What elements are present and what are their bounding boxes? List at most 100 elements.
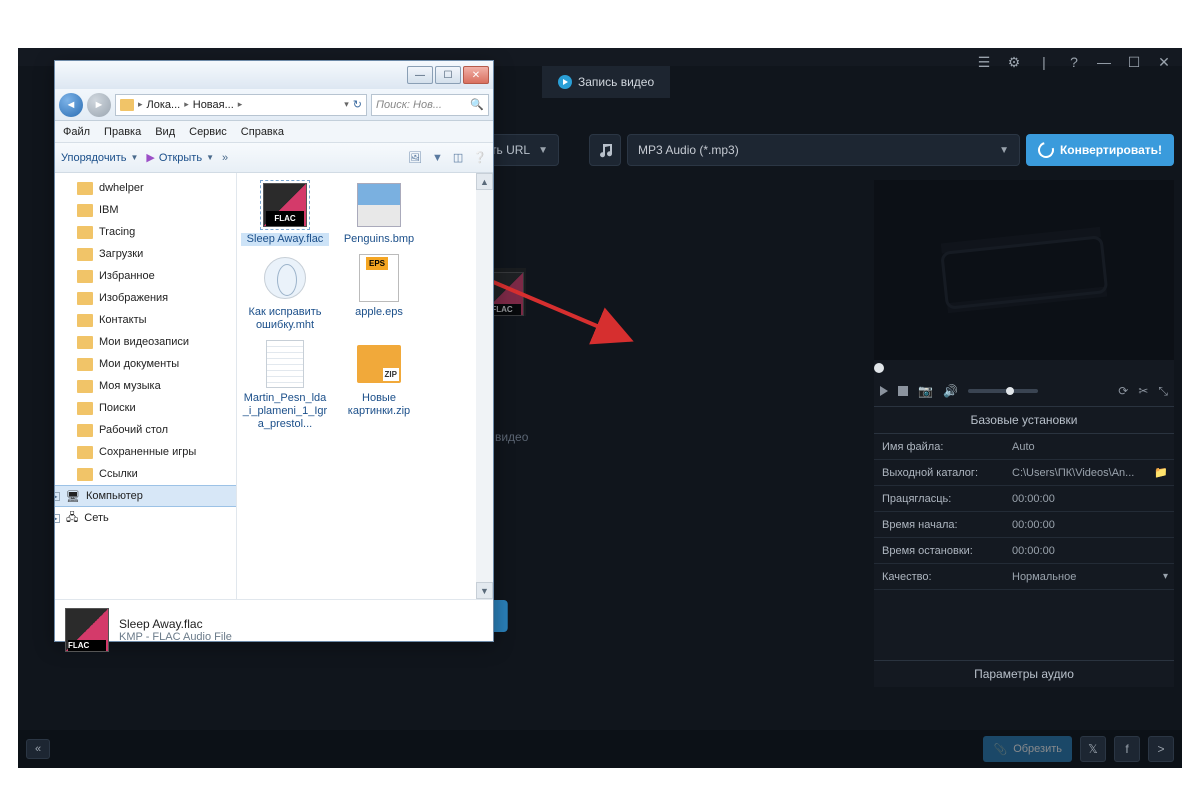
file-item[interactable]: Martin_Pesn_lda_i_plameni_1_Igra_prestol… [241,338,329,431]
expand-icon[interactable]: ⤡ [1158,384,1168,399]
sidebar-item[interactable]: Мои документы [55,353,236,375]
file-label: Новые картинки.zip [335,392,423,418]
sidebar-label: Сохраненные игры [99,446,196,458]
button-label: ть URL [491,143,530,157]
chevron-down-icon: ▾ [1163,571,1168,582]
more-button[interactable]: » [222,152,228,164]
close-icon[interactable]: ✕ [1154,52,1174,72]
help-icon[interactable]: ❔ [473,151,487,164]
minimize-button[interactable]: — [407,66,433,84]
stop-icon[interactable] [898,386,908,396]
sidebar-item[interactable]: dwhelper [55,177,236,199]
sidebar-item[interactable]: Мои видеозаписи [55,331,236,353]
sidebar-item[interactable]: Контакты [55,309,236,331]
format-label: MP3 Audio (*.mp3) [638,143,739,157]
sidebar-item-computer[interactable]: ▸🖥Компьютер [55,485,236,507]
cut-icon[interactable]: ✂ [1138,384,1148,398]
scroll-down-icon[interactable]: ▼ [476,582,493,599]
scroll-up-icon[interactable]: ▲ [476,173,493,190]
search-input[interactable]: Поиск: Нов... 🔍 [371,94,489,116]
chevron-down-icon: ▼ [538,145,548,156]
maximize-button[interactable]: ☐ [435,66,461,84]
sidebar-item[interactable]: Сохраненные игры [55,441,236,463]
nav-tree[interactable]: dwhelperIBMTracingЗагрузкиИзбранноеИзобр… [55,173,237,599]
output-format-select[interactable]: MP3 Audio (*.mp3) ▼ [627,134,1020,166]
forward-button[interactable]: ► [87,93,111,117]
refresh-icon[interactable]: ↻ [353,98,362,111]
audio-params-title[interactable]: Параметры аудио [874,660,1174,687]
file-item[interactable]: Новые картинки.zip [335,338,423,431]
details-pane: Sleep Away.flac KMP - FLAC Audio File [55,599,493,659]
facebook-icon[interactable]: f [1114,736,1140,762]
sidebar-item[interactable]: Ссылки [55,463,236,485]
quality-value[interactable]: Нормальное▾ [1006,571,1174,583]
crumb[interactable]: Лока... [147,99,181,111]
sidebar-item[interactable]: IBM [55,199,236,221]
scrollbar[interactable]: ▲ ▼ [476,173,493,599]
volume-slider[interactable] [968,389,1038,393]
filename-value[interactable]: Auto [1006,441,1174,453]
gear-icon[interactable]: ⚙ [1004,52,1024,72]
breadcrumb[interactable]: ▸ Лока... ▸ Новая... ▸ ▾ ↻ [115,94,367,116]
loop-icon[interactable]: ⟳ [1118,384,1128,398]
sidebar-item[interactable]: Рабочий стол [55,419,236,441]
file-item[interactable]: Sleep Away.flac [241,179,329,246]
outdir-value[interactable]: C:\Users\ПК\Videos\An...📁 [1006,466,1174,479]
view-icon[interactable]: 🖼 [408,151,422,164]
file-label: Как исправить ошибку.mht [241,306,329,332]
close-button[interactable]: ✕ [463,66,489,84]
sidebar-item[interactable]: Загрузки [55,243,236,265]
seek-slider[interactable] [874,360,1174,376]
volume-icon[interactable]: 🔊 [943,384,958,398]
convert-button[interactable]: Конвертировать! [1026,134,1174,166]
merge-button[interactable]: 📎Обрезить [983,736,1072,762]
organize-button[interactable]: Упорядочить ▼ [61,152,138,164]
open-button[interactable]: ▶Открыть ▼ [146,151,214,164]
camera-icon[interactable]: 📷 [918,384,933,398]
folder-icon [77,336,93,349]
menu-view[interactable]: Вид [155,126,175,138]
file-item[interactable]: Penguins.bmp [335,179,423,246]
expand-icon[interactable]: ▸ [55,492,60,501]
start-value[interactable]: 00:00:00 [1006,519,1174,531]
sidebar-item[interactable]: Избранное [55,265,236,287]
folder-icon [77,314,93,327]
crumb[interactable]: Новая... [193,99,234,111]
file-item[interactable]: apple.eps [335,252,423,332]
tab-record-video[interactable]: Запись видео [542,66,670,98]
maximize-icon[interactable]: ☐ [1124,52,1144,72]
duration-label: Працягласць: [874,493,1006,505]
stop-value[interactable]: 00:00:00 [1006,545,1174,557]
back-button[interactable]: ◄ [59,93,83,117]
sidebar-item[interactable]: Поиски [55,397,236,419]
titlebar[interactable]: — ☐ ✕ [55,61,493,89]
folder-icon[interactable]: 📁 [1154,466,1168,479]
menu-service[interactable]: Сервис [189,126,227,138]
twitter-icon[interactable]: 𝕏 [1080,736,1106,762]
preview-pane-icon[interactable]: ◫ [453,151,463,164]
txt-icon [266,340,304,388]
sidebar-item[interactable]: Tracing [55,221,236,243]
refresh-icon [1035,139,1057,161]
chevron-down-icon[interactable]: ▾ [344,99,349,110]
menu-edit[interactable]: Правка [104,126,141,138]
menu-help[interactable]: Справка [241,126,284,138]
slider-thumb[interactable] [874,363,884,373]
file-grid[interactable]: Sleep Away.flacPenguins.bmp Как исправить… [237,173,476,599]
play-icon[interactable] [880,386,888,396]
expand-left-icon[interactable]: « [26,739,50,759]
music-icon[interactable] [589,134,621,166]
share-icon[interactable]: > [1148,736,1174,762]
sidebar-item[interactable]: Изображения [55,287,236,309]
folder-icon [77,402,93,415]
help-icon[interactable]: ? [1064,52,1084,72]
minimize-icon[interactable]: — [1094,52,1114,72]
expand-icon[interactable]: ▸ [55,514,60,523]
file-item[interactable]: Как исправить ошибку.mht [241,252,329,332]
sidebar-item[interactable]: Моя музыка [55,375,236,397]
menu-file[interactable]: Файл [63,126,90,138]
folder-icon [77,468,93,481]
folder-icon [77,292,93,305]
list-icon[interactable]: ☰ [974,52,994,72]
sidebar-item-network[interactable]: ▸🖧Сеть [55,507,236,529]
